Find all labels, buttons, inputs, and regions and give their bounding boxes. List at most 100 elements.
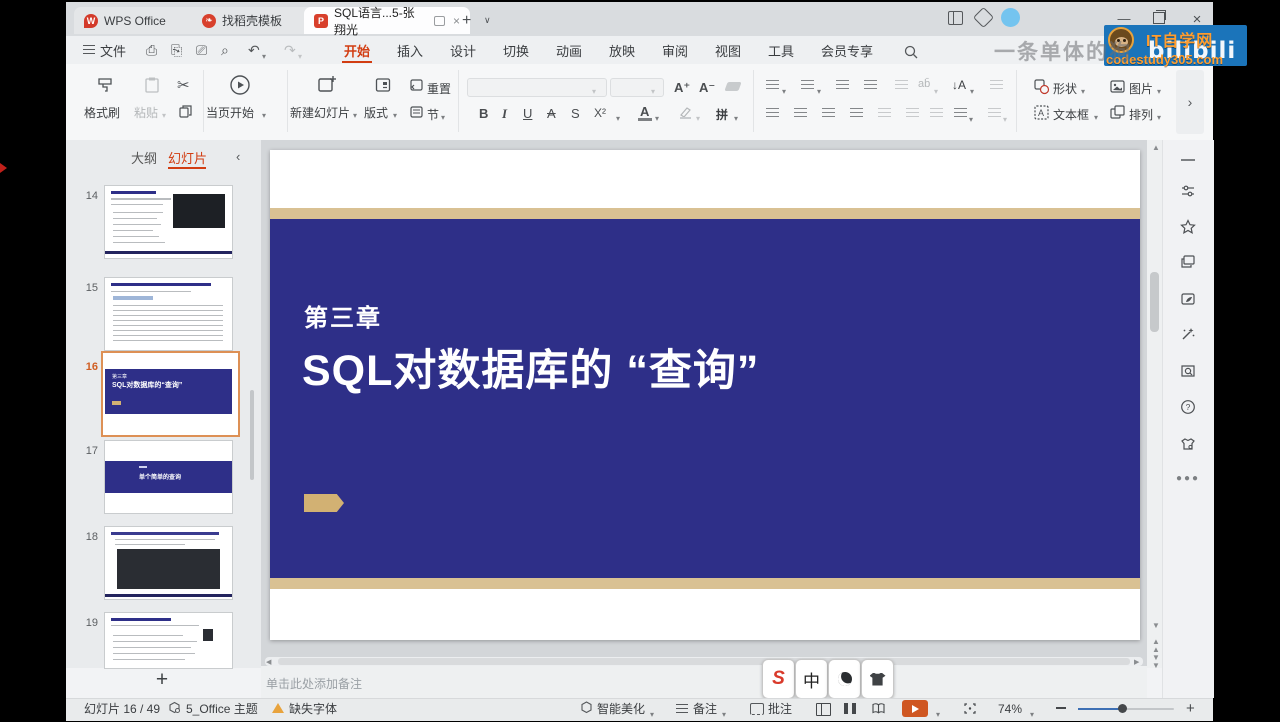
tab-slides[interactable]: 幻灯片	[168, 148, 207, 167]
paste-icon[interactable]	[143, 76, 161, 94]
more-options-icon[interactable]: ●●●	[1176, 468, 1198, 488]
arrange-caret-icon[interactable]	[1157, 107, 1161, 125]
font-size-combo[interactable]	[610, 78, 664, 97]
menu-design[interactable]: 设计	[450, 42, 476, 62]
print-preview-icon[interactable]: ⌕	[221, 42, 229, 58]
menu-home[interactable]: 开始	[344, 42, 370, 62]
scroll-down-icon[interactable]: ▼	[1151, 622, 1161, 630]
numbered-list-icon[interactable]	[801, 80, 814, 91]
skin-theme-icon[interactable]	[1178, 434, 1198, 454]
collapse-panel-icon[interactable]: ‹	[236, 149, 240, 164]
font-name-combo[interactable]	[467, 78, 607, 97]
add-slide-button[interactable]: +	[150, 668, 174, 694]
picture-caret-icon[interactable]	[1157, 81, 1161, 99]
columns-icon[interactable]	[906, 108, 919, 119]
ime-fullhalf-button[interactable]	[828, 659, 861, 699]
align-objects-icon[interactable]	[988, 108, 1001, 119]
section-caret-icon[interactable]	[441, 107, 445, 125]
missing-font-status[interactable]: 缺失字体	[289, 701, 337, 717]
section-label[interactable]: 节	[427, 106, 439, 123]
tab-docer-templates[interactable]: ❧ 找稻壳模板	[192, 7, 318, 34]
textbox-caret-icon[interactable]	[1094, 107, 1098, 125]
play-from-current-icon[interactable]	[229, 74, 251, 96]
slide-thumbnail-15[interactable]	[105, 278, 232, 350]
zoom-caret-icon[interactable]	[1030, 704, 1034, 722]
reset-label[interactable]: 重置	[427, 80, 451, 97]
strikethrough-button[interactable]: A	[547, 106, 556, 121]
section-icon[interactable]	[409, 104, 424, 119]
undo-icon[interactable]: ↶	[248, 42, 260, 58]
decrease-font-icon[interactable]: A⁻	[699, 80, 715, 96]
help-icon[interactable]: ?	[1178, 397, 1198, 417]
close-tab-icon[interactable]: ×	[453, 14, 460, 28]
char-spacing-caret-icon[interactable]	[934, 81, 938, 99]
zoom-out-button[interactable]	[1056, 707, 1066, 709]
shapes-label[interactable]: 形状	[1053, 80, 1077, 97]
beautify-wand-icon[interactable]	[1178, 324, 1198, 344]
minimize-button[interactable]: —	[1114, 11, 1134, 26]
play-slideshow-caret-icon[interactable]	[936, 704, 940, 722]
scroll-up-icon[interactable]: ▲	[1151, 144, 1161, 152]
line-spacing-icon[interactable]	[954, 108, 967, 119]
fit-window-icon[interactable]	[964, 703, 976, 714]
scroll-right-icon[interactable]: ▶	[1134, 658, 1139, 666]
slide-sorter-icon[interactable]	[844, 703, 856, 714]
cut-icon[interactable]: ✂	[177, 78, 190, 94]
highlight-caret-icon[interactable]	[696, 108, 700, 126]
font-color-caret-icon[interactable]	[655, 108, 659, 126]
text-shadow-button[interactable]: S	[571, 106, 580, 121]
char-spacing-icon[interactable]: ab̄	[918, 78, 930, 90]
italic-button[interactable]: I	[502, 106, 507, 122]
highlight-pen-icon[interactable]	[678, 106, 693, 119]
reading-search-icon[interactable]	[1178, 361, 1198, 381]
restore-button[interactable]	[1153, 10, 1166, 24]
previous-slide-icon[interactable]: ▲ ▲	[1151, 638, 1161, 654]
layout-icon[interactable]	[374, 76, 392, 94]
notes-bar[interactable]	[261, 666, 1147, 698]
save-icon[interactable]: ⎙	[146, 42, 157, 58]
line-spacing-caret-icon[interactable]	[969, 109, 973, 127]
redo-icon[interactable]: ↷	[284, 42, 296, 58]
design-assistant-icon[interactable]	[1178, 289, 1198, 309]
favorites-star-icon[interactable]	[1178, 217, 1198, 237]
theme-name[interactable]: 5_Office 主题	[186, 701, 258, 717]
layout-caret-icon[interactable]	[393, 105, 397, 123]
underline-button[interactable]: U	[523, 106, 532, 121]
zoom-slider-knob[interactable]	[1118, 704, 1127, 713]
notes-caret-icon[interactable]	[722, 704, 726, 722]
menu-animation[interactable]: 动画	[556, 42, 582, 62]
tab-current-document[interactable]: P SQL语言...5-张翔光 ×	[304, 6, 470, 37]
font-color-button[interactable]: A	[640, 104, 649, 119]
justify-icon[interactable]	[850, 108, 863, 119]
horizontal-scroll-thumb[interactable]	[278, 658, 1130, 665]
menu-member[interactable]: 会员专享	[821, 42, 873, 62]
comments-toggle[interactable]: 批注	[768, 701, 792, 717]
ime-language-button[interactable]: 中	[795, 659, 828, 699]
tab-list-caret-icon[interactable]: ∨	[484, 15, 491, 26]
superscript-button[interactable]: X²	[594, 106, 606, 120]
beautify-caret-icon[interactable]	[650, 704, 654, 722]
indent-both-icon[interactable]	[930, 108, 943, 119]
new-slide-label[interactable]: 新建幻灯片	[290, 104, 350, 121]
text-orientation-icon[interactable]: ↓A	[952, 78, 966, 92]
superscript-caret-icon[interactable]	[616, 108, 620, 126]
slide-thumbnail-14[interactable]	[105, 186, 232, 258]
play-from-current-caret-icon[interactable]	[262, 105, 266, 123]
notes-placeholder[interactable]: 单击此处添加备注	[266, 675, 362, 692]
menu-insert[interactable]: 插入	[397, 42, 423, 62]
zoom-in-button[interactable]: +	[1186, 700, 1195, 717]
paste-caret-icon[interactable]	[162, 105, 166, 123]
align-center-icon[interactable]	[794, 108, 807, 119]
textbox-icon[interactable]: A	[1033, 104, 1050, 121]
bold-button[interactable]: B	[479, 106, 488, 121]
vertical-scrollbar[interactable]	[1147, 140, 1162, 668]
new-slide-rail-icon[interactable]	[1178, 252, 1198, 272]
tab-outline[interactable]: 大纲	[131, 148, 157, 167]
export-icon[interactable]: ⎘	[171, 42, 182, 58]
format-painter-icon[interactable]	[96, 76, 114, 94]
layout-label[interactable]: 版式	[364, 104, 388, 121]
beautify-label[interactable]: 智能美化	[597, 701, 645, 717]
reader-layout-icon[interactable]	[948, 11, 963, 25]
picture-label[interactable]: 图片	[1129, 80, 1153, 97]
distribute-icon[interactable]	[878, 108, 891, 119]
